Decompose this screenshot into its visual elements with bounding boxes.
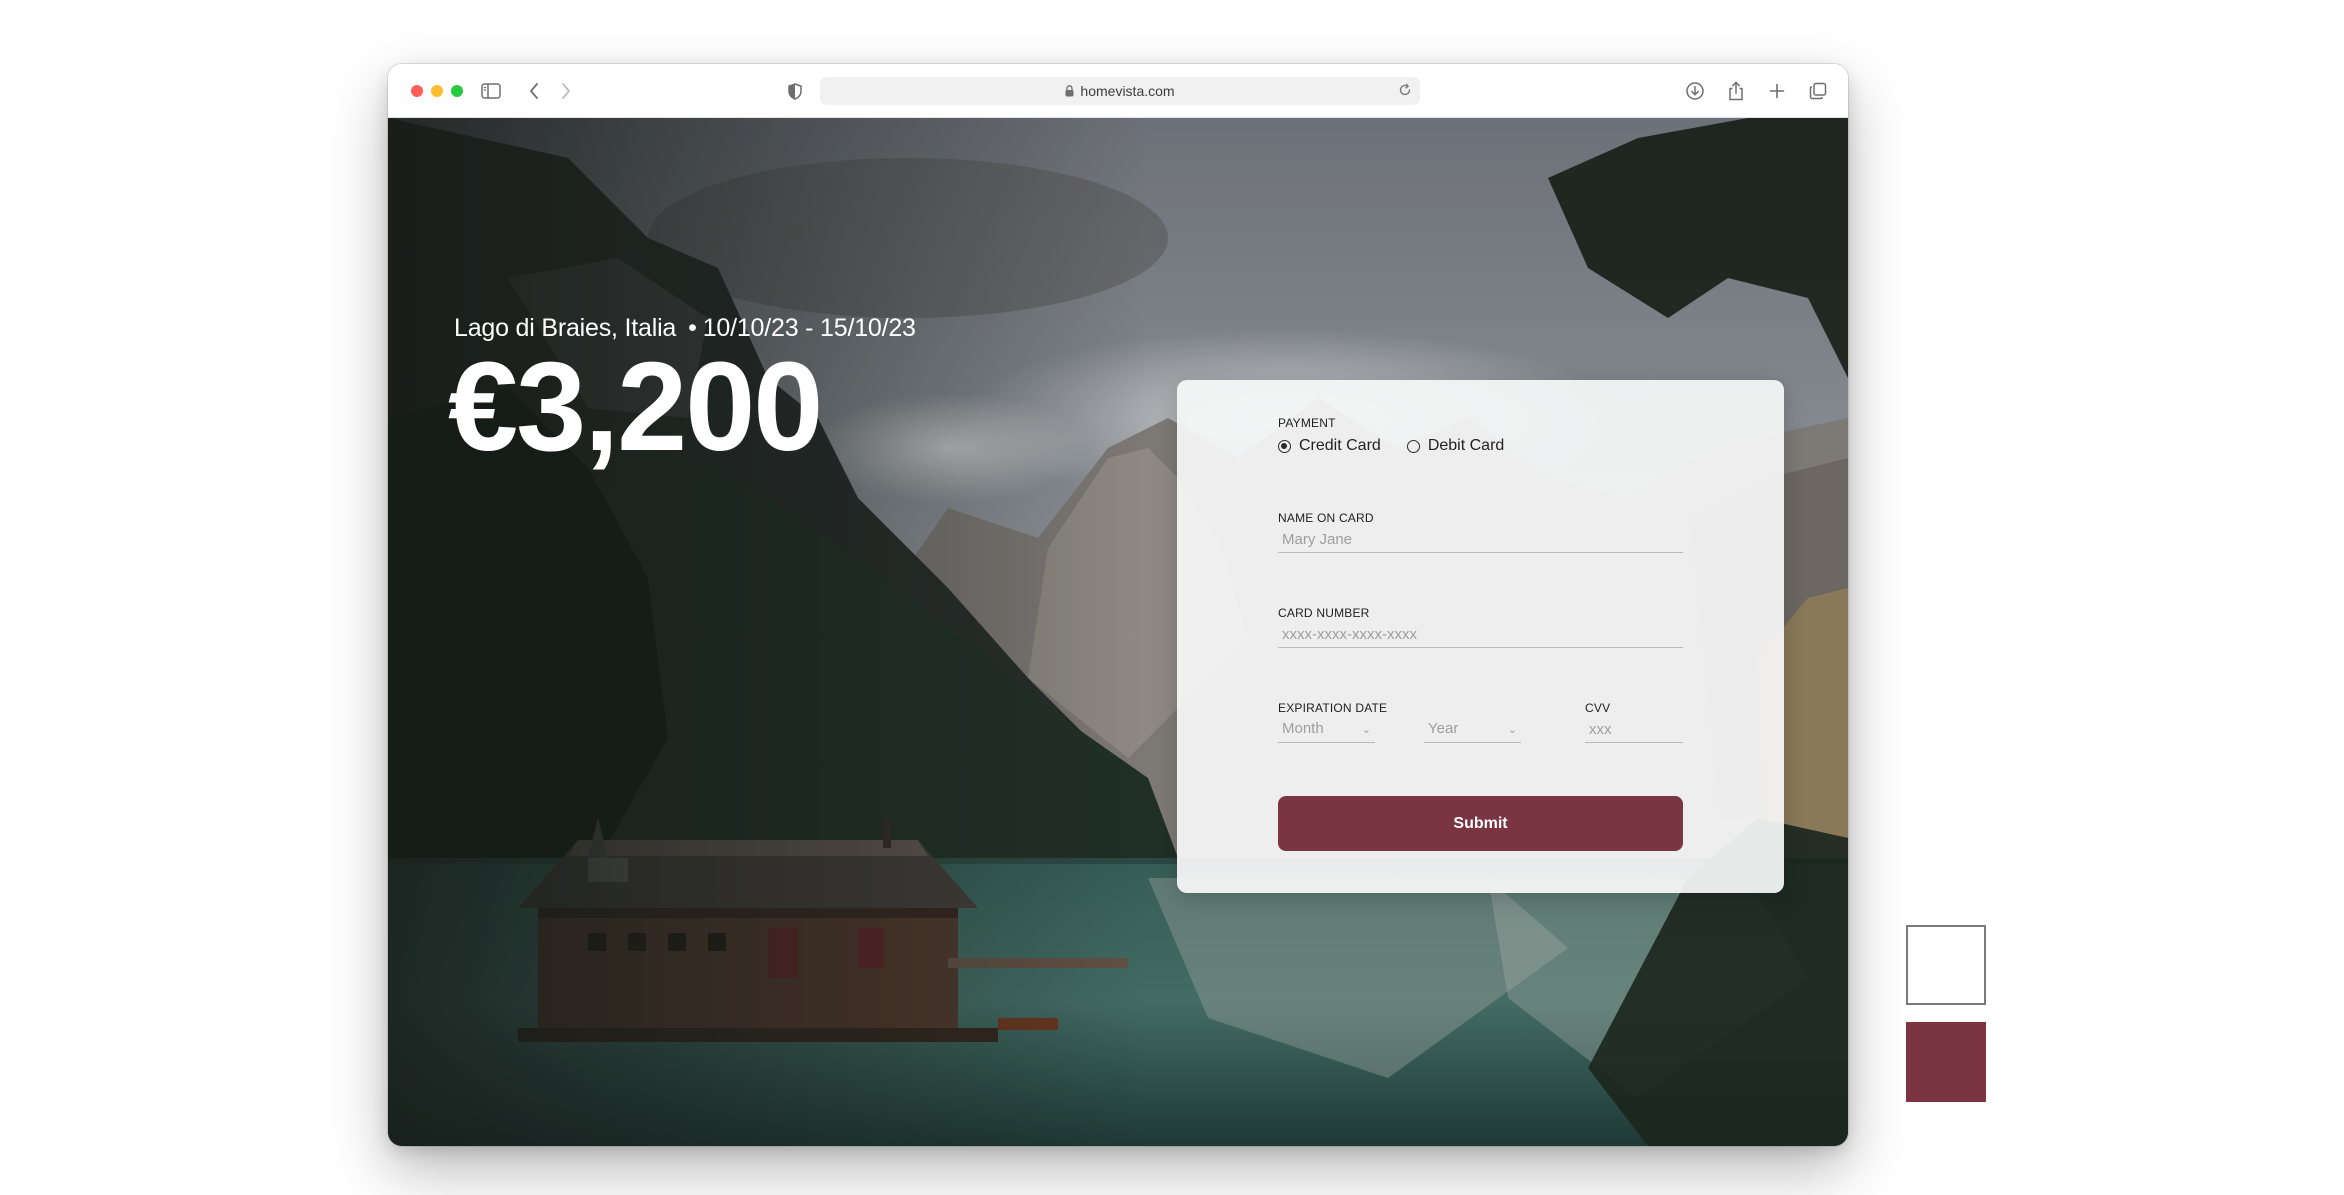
name-on-card-label: NAME ON CARD xyxy=(1278,511,1374,525)
card-number-input[interactable] xyxy=(1278,622,1683,648)
chevron-down-icon: ⌄ xyxy=(1361,724,1371,736)
card-number-label: CARD NUMBER xyxy=(1278,606,1370,620)
zoom-window-button[interactable] xyxy=(451,85,463,97)
new-tab-plus-icon[interactable] xyxy=(1766,80,1788,102)
submit-button[interactable]: Submit xyxy=(1278,796,1683,851)
radio-credit-card[interactable]: Credit Card xyxy=(1278,437,1381,455)
month-placeholder: Month xyxy=(1282,720,1324,737)
cvv-label: CVV xyxy=(1585,701,1611,715)
browser-toolbar: homevista.com xyxy=(388,64,1848,118)
radio-debit-card-label: Debit Card xyxy=(1427,437,1505,454)
color-swatch-wine xyxy=(1906,1022,1986,1102)
privacy-shield-icon[interactable] xyxy=(784,80,806,102)
tab-overview-icon[interactable] xyxy=(1807,80,1829,102)
radio-unchecked-icon xyxy=(1406,439,1420,453)
color-swatch-white xyxy=(1906,925,1986,1005)
expiration-date-label: EXPIRATION DATE xyxy=(1278,701,1388,715)
address-bar[interactable]: homevista.com xyxy=(820,77,1420,105)
radio-checked-icon xyxy=(1278,439,1291,453)
year-placeholder: Year xyxy=(1428,720,1459,737)
share-icon[interactable] xyxy=(1725,80,1747,102)
payment-label: PAYMENT xyxy=(1278,416,1336,430)
back-arrow-icon[interactable] xyxy=(523,80,545,102)
payment-type-radio-group: Credit Card Debit Card xyxy=(1278,437,1530,455)
cvv-input[interactable] xyxy=(1585,717,1683,743)
expiration-year-select[interactable]: Year ⌄ xyxy=(1424,717,1521,743)
browser-window: homevista.com Lago di Braies, Italia • 1… xyxy=(388,64,1848,1146)
download-icon[interactable] xyxy=(1684,80,1706,102)
radio-debit-card[interactable]: Debit Card xyxy=(1406,437,1505,455)
minimize-window-button[interactable] xyxy=(431,85,443,97)
checkout-page: Lago di Braies, Italia • 10/10/23 - 15/10/… xyxy=(388,118,1848,1146)
url-text: homevista.com xyxy=(1080,83,1175,99)
reload-icon[interactable] xyxy=(1398,83,1412,97)
close-window-button[interactable] xyxy=(411,85,423,97)
payment-form-card: PAYMENT Credit Card Debit Card NAME ON C… xyxy=(1177,380,1784,893)
name-on-card-input[interactable] xyxy=(1278,527,1683,553)
chevron-down-icon: ⌄ xyxy=(1507,724,1517,736)
forward-arrow-icon[interactable] xyxy=(555,80,577,102)
lock-icon xyxy=(1065,85,1074,97)
canvas: homevista.com Lago di Braies, Italia • 1… xyxy=(0,0,2344,1195)
trip-price: €3,200 xyxy=(448,336,823,477)
expiration-month-select[interactable]: Month ⌄ xyxy=(1278,717,1375,743)
radio-credit-card-label: Credit Card xyxy=(1299,437,1381,454)
sidebar-toggle-icon[interactable] xyxy=(480,80,502,102)
